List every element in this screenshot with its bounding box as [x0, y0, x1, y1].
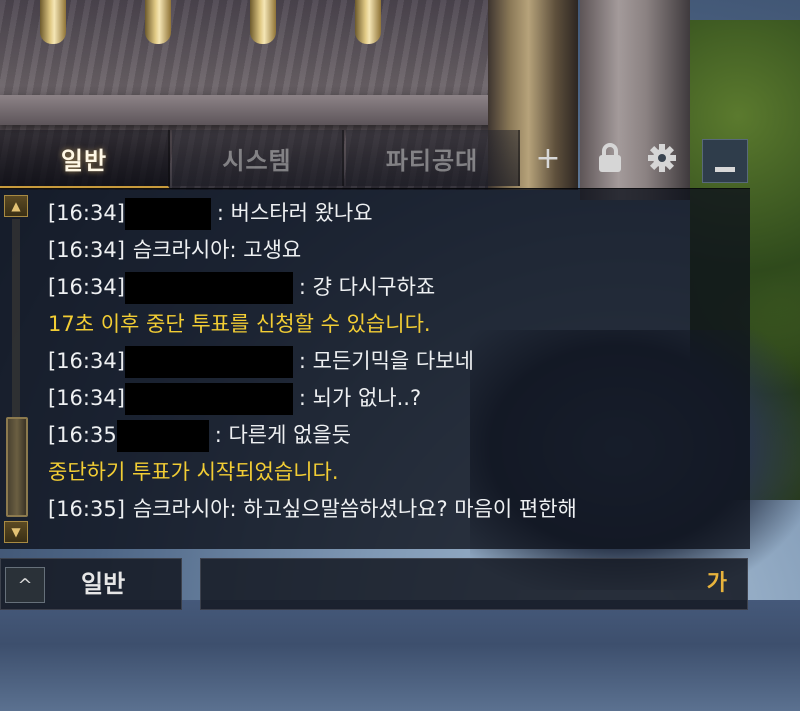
- message-text: 중단하기 투표가 시작되었습니다.: [48, 460, 339, 484]
- system-message: 중단하기 투표가 시작되었습니다.: [48, 454, 738, 491]
- ime-mode-indicator[interactable]: 가: [707, 559, 727, 609]
- chat-log-panel: ▲ ▼ [16:34] : 버스타러 왔나요 [16:34] 슴크라시아 : 고…: [0, 188, 750, 549]
- message-time: [16:34]: [48, 349, 125, 373]
- message-text: : 고생요: [229, 238, 302, 262]
- minimize-bar: [715, 166, 735, 172]
- tab-party-raid[interactable]: 파티공대: [346, 130, 520, 186]
- tab-label: 일반: [60, 146, 108, 175]
- message-text: : 뇌가 없나..?: [298, 386, 422, 410]
- chat-channel-selector[interactable]: ^ 일반: [0, 558, 182, 610]
- message-sender[interactable]: 슴크라시아: [133, 491, 230, 528]
- message-time: [16:34]: [48, 275, 125, 299]
- redacted-name: [124, 345, 293, 378]
- message-text: 17초 이후 중단 투표를 신청할 수 있습니다.: [48, 312, 431, 336]
- message-time: [16:34]: [48, 238, 125, 262]
- message-time: [16:34]: [48, 386, 125, 410]
- lock-icon[interactable]: [590, 138, 630, 178]
- redacted-name: [116, 419, 209, 452]
- baluster: [40, 0, 66, 44]
- chat-message: [16:34] : 버스타러 왔나요: [48, 195, 738, 232]
- gear-icon[interactable]: [640, 138, 684, 178]
- tab-label: 시스템: [222, 146, 292, 175]
- chat-message: [16:34] : 모든기믹을 다보네: [48, 343, 738, 380]
- chat-messages: [16:34] : 버스타러 왔나요 [16:34] 슴크라시아 : 고생요 […: [48, 195, 738, 528]
- channel-label: 일반: [81, 570, 126, 598]
- message-text: : 하고싶으말씀하셨나요? 마음이 편한해: [229, 497, 577, 521]
- background-sky: [0, 600, 800, 711]
- message-time: [16:35: [48, 423, 117, 447]
- system-message: 17초 이후 중단 투표를 신청할 수 있습니다.: [48, 306, 738, 343]
- chat-scrollbar[interactable]: ▲ ▼: [4, 195, 30, 543]
- message-sender[interactable]: 슴크라시아: [133, 232, 230, 269]
- background-ledge: [0, 95, 500, 125]
- chat-tab-bar: 일반 시스템 파티공대 +: [0, 130, 760, 189]
- chat-input-box[interactable]: 가: [200, 558, 748, 610]
- message-text: : 버스타러 왔나요: [216, 201, 373, 225]
- baluster: [355, 0, 381, 44]
- baluster: [250, 0, 276, 44]
- scroll-thumb[interactable]: [6, 417, 28, 517]
- redacted-name: [124, 382, 293, 415]
- scroll-up-button[interactable]: ▲: [4, 195, 28, 217]
- baluster: [145, 0, 171, 44]
- channel-toggle-button[interactable]: ^: [5, 567, 45, 603]
- redacted-name: [124, 197, 211, 230]
- scroll-down-button[interactable]: ▼: [4, 521, 28, 543]
- game-scene: 일반 시스템 파티공대 + ▲ ▼ [16:34]: 버스타러 왔나요 [16…: [0, 0, 800, 711]
- tab-system[interactable]: 시스템: [172, 130, 344, 186]
- chat-message: [16:34] : 걍 다시구하죠: [48, 269, 738, 306]
- chevron-up-icon: ^: [17, 574, 33, 596]
- tab-label: 파티공대: [385, 146, 479, 175]
- minimize-icon[interactable]: [702, 139, 748, 183]
- redacted-name: [124, 271, 293, 304]
- message-text: : 걍 다시구하죠: [298, 275, 436, 299]
- message-time: [16:35]: [48, 497, 125, 521]
- message-time: [16:34]: [48, 201, 125, 225]
- chat-message: [16:34] 슴크라시아 : 고생요: [48, 232, 738, 269]
- chat-message: [16:35 : 다른게 없을듯: [48, 417, 738, 454]
- message-text: : 모든기믹을 다보네: [298, 349, 474, 373]
- chat-input[interactable]: [209, 567, 693, 603]
- add-tab-icon[interactable]: +: [528, 138, 568, 178]
- tab-general[interactable]: 일반: [0, 130, 170, 189]
- message-text: : 다른게 없을듯: [214, 423, 352, 447]
- chat-message: [16:34] : 뇌가 없나..?: [48, 380, 738, 417]
- chat-message: [16:35] 슴크라시아 : 하고싶으말씀하셨나요? 마음이 편한해: [48, 491, 738, 528]
